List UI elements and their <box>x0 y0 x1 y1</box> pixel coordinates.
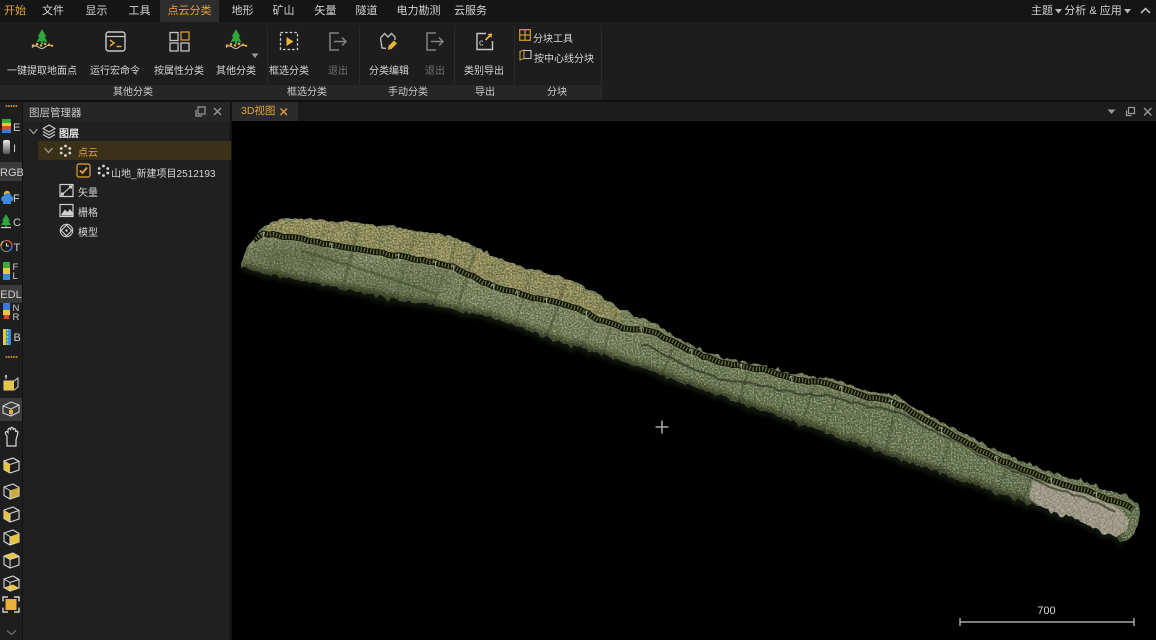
svg-text:B: B <box>14 332 21 344</box>
svg-text:T: T <box>14 242 21 254</box>
svg-text:R: R <box>13 312 20 322</box>
svg-text:c: c <box>479 37 484 47</box>
svg-text:F: F <box>13 193 20 205</box>
svg-text:L: L <box>13 271 18 281</box>
svg-text:E: E <box>13 122 20 134</box>
svg-text:I: I <box>13 143 16 155</box>
svg-text:C: C <box>13 217 21 229</box>
